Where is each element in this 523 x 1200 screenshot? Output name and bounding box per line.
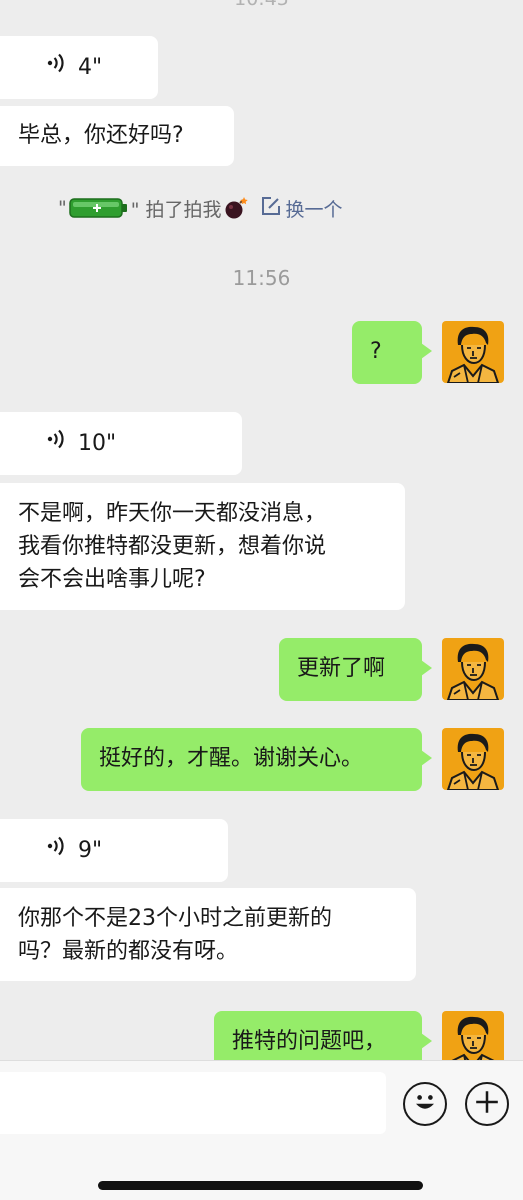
voice-message[interactable]: 9"	[0, 819, 228, 882]
plus-icon	[469, 1084, 505, 1124]
avatar[interactable]	[442, 321, 504, 383]
avatar-portrait-icon	[446, 326, 500, 383]
message-bubble[interactable]: 毕总，你还好吗?	[0, 106, 234, 166]
bomb-emoji-icon	[224, 196, 248, 220]
avatar[interactable]	[442, 638, 504, 700]
emoji-button[interactable]	[403, 1082, 447, 1126]
home-indicator	[98, 1181, 423, 1190]
voice-wave-icon	[18, 801, 68, 900]
message-input[interactable]	[0, 1072, 386, 1134]
my-message-bubble[interactable]: ?	[352, 321, 432, 384]
edit-icon	[260, 195, 286, 222]
voice-message[interactable]: 4"	[0, 36, 158, 99]
message-bubble[interactable]: 你那个不是23个小时之前更新的 吗？最新的都没有呀。	[0, 888, 416, 981]
pat-quote-open: "	[58, 197, 67, 219]
timestamp: 11:56	[232, 266, 291, 290]
pat-notification: " " 拍了拍我 换一个	[58, 192, 343, 224]
voice-duration: 10"	[77, 431, 117, 456]
pat-text: " 拍了拍我	[130, 198, 222, 221]
voice-duration: 4"	[77, 55, 103, 80]
avatar[interactable]	[442, 728, 504, 790]
timestamp-top: 10:45	[0, 0, 523, 10]
pat-change-label: 换一个	[285, 198, 343, 221]
emoji-icon	[407, 1084, 443, 1124]
my-message-bubble[interactable]: 更新了啊	[279, 638, 432, 701]
voice-wave-icon	[18, 18, 68, 117]
voice-message[interactable]: 10"	[0, 412, 242, 475]
my-message-bubble[interactable]: 挺好的，才醒。谢谢关心。	[81, 728, 432, 791]
battery-emoji-icon	[69, 195, 129, 221]
more-button[interactable]	[465, 1082, 509, 1126]
voice-wave-icon	[18, 394, 68, 493]
voice-duration: 9"	[77, 838, 103, 863]
pat-change-button[interactable]: 换一个	[260, 195, 343, 222]
message-bubble[interactable]: 不是啊，昨天你一天都没消息， 我看你推特都没更新，想着你说 会不会出啥事儿呢?	[0, 483, 405, 610]
